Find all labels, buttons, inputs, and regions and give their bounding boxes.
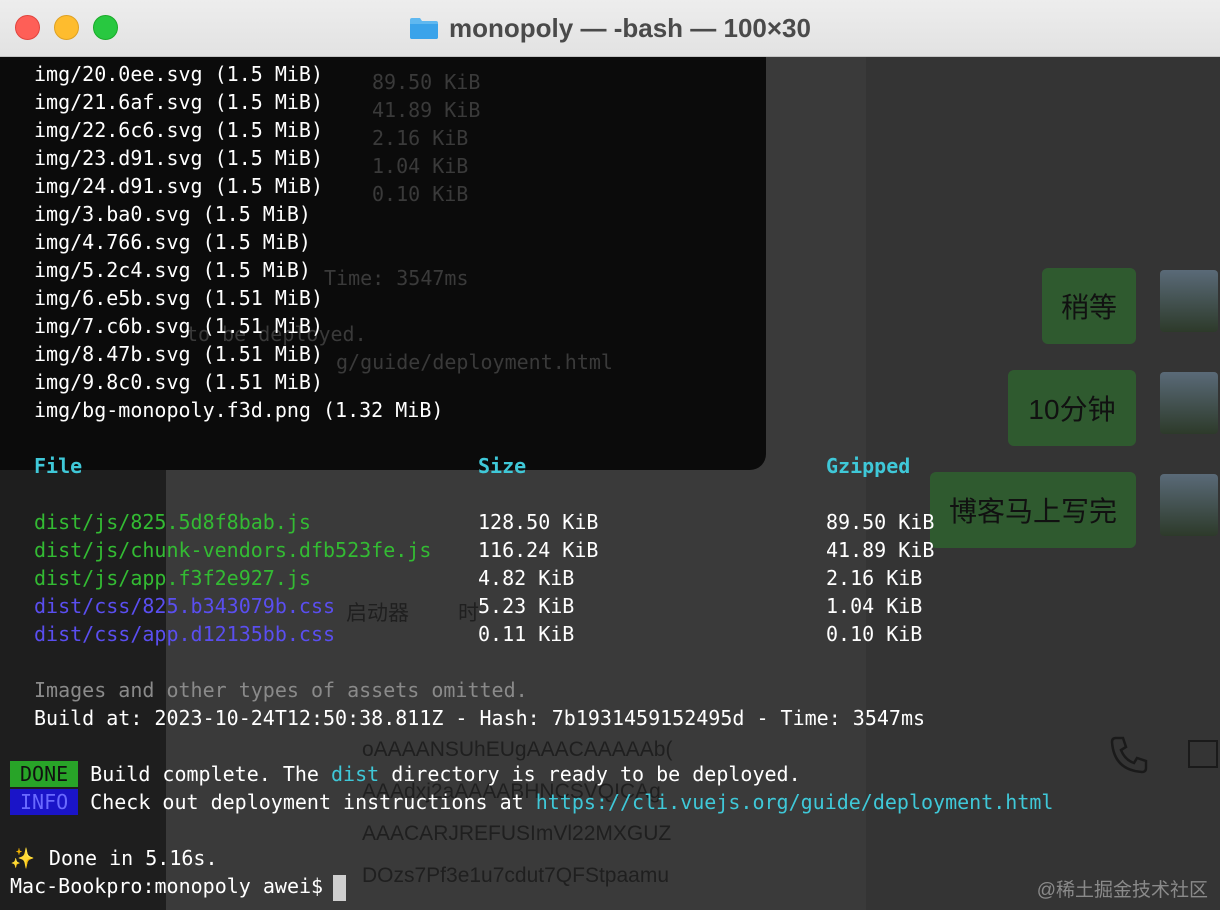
table-row: dist/css/825.b343079b.css 5.23 KiB 1.04 Ki…	[34, 592, 922, 620]
done-badge: DONE	[10, 761, 79, 787]
asset-line: img/22.6c6.svg (1.5 MiB)	[34, 118, 323, 142]
asset-line: img/23.d91.svg (1.5 MiB)	[34, 146, 323, 170]
row-gzipped: 0.10 KiB	[826, 622, 923, 646]
row-gzipped: 2.16 KiB	[826, 566, 923, 590]
title-bar[interactable]: monopoly — -bash — 100×30	[0, 0, 1220, 57]
row-size: 116.24 KiB	[478, 538, 599, 562]
table-header: File Size Gzipped	[34, 452, 910, 480]
asset-line: img/20.0ee.svg (1.5 MiB)	[34, 62, 323, 86]
row-file: dist/js/825.5d8f8bab.js	[34, 510, 311, 534]
asset-line: img/8.47b.svg (1.51 MiB)	[34, 342, 323, 366]
window-title-group: monopoly — -bash — 100×30	[409, 13, 811, 44]
prompt-line: Mac-Bookpro:monopoly awei$	[10, 872, 347, 901]
asset-line: img/bg-monopoly.f3d.png (1.32 MiB)	[34, 398, 444, 422]
row-file: dist/js/chunk-vendors.dfb523fe.js	[34, 538, 432, 562]
table-row: dist/css/app.d12135bb.css 0.11 KiB 0.10 Ki…	[34, 620, 922, 648]
window-title: monopoly — -bash — 100×30	[449, 12, 811, 43]
omitted-note: Images and other types of assets omitted…	[34, 678, 528, 702]
done-msg-suffix: directory is ready to be deployed.	[379, 762, 801, 786]
done-msg-prefix: Build complete. The	[90, 762, 331, 786]
table-row: dist/js/app.f3f2e927.js 4.82 KiB 2.16 KiB	[34, 564, 922, 592]
text-cursor	[333, 874, 347, 901]
row-size: 4.82 KiB	[478, 566, 575, 590]
asset-line: img/6.e5b.svg (1.51 MiB)	[34, 286, 323, 310]
header-file: File	[34, 454, 83, 478]
asset-line: img/21.6af.svg (1.5 MiB)	[34, 90, 323, 114]
folder-icon	[410, 18, 439, 39]
zoom-button[interactable]	[93, 15, 118, 40]
row-gzipped: 89.50 KiB	[826, 510, 935, 534]
row-file: dist/css/app.d12135bb.css	[34, 622, 336, 646]
row-size: 0.11 KiB	[478, 622, 575, 646]
info-badge: INFO	[10, 789, 79, 815]
deployment-link[interactable]: https://cli.vuejs.org/guide/deployment.h…	[536, 790, 1054, 814]
done-msg-dir: dist	[331, 762, 380, 786]
table-row: dist/js/825.5d8f8bab.js 128.50 KiB 89.50 K…	[34, 508, 934, 536]
close-button[interactable]	[15, 15, 40, 40]
header-gzipped: Gzipped	[826, 454, 911, 478]
terminal-output[interactable]: img/20.0ee.svg (1.5 MiB) img/21.6af.svg (…	[0, 56, 1220, 910]
asset-line: img/4.766.svg (1.5 MiB)	[34, 230, 311, 254]
asset-line: img/5.2c4.svg (1.5 MiB)	[34, 258, 311, 282]
done-line: DONE Build complete. The dist directory i…	[10, 760, 801, 788]
table-row: dist/js/chunk-vendors.dfb523fe.js 116.24 …	[34, 536, 934, 564]
traffic-lights	[15, 15, 118, 40]
terminal-window: monopoly — -bash — 100×30 89.50 KiB 41.8…	[0, 0, 1220, 910]
asset-line: img/9.8c0.svg (1.51 MiB)	[34, 370, 323, 394]
watermark: @稀土掘金技术社区	[1036, 880, 1208, 901]
row-file: dist/js/app.f3f2e927.js	[34, 566, 311, 590]
asset-line: img/3.ba0.svg (1.5 MiB)	[34, 202, 311, 226]
done-time-line: ✨ Done in 5.16s.	[10, 844, 217, 872]
info-line: INFO Check out deployment instructions at…	[10, 788, 1053, 816]
build-line: Build at: 2023-10-24T12:50:38.811Z - Has…	[34, 706, 926, 730]
info-badge-label: INFO	[20, 790, 69, 814]
row-size: 128.50 KiB	[478, 510, 599, 534]
asset-line: img/7.c6b.svg (1.51 MiB)	[34, 314, 323, 338]
row-file: dist/css/825.b343079b.css	[34, 594, 336, 618]
sparkle-icon: ✨	[10, 846, 35, 870]
info-msg-prefix: Check out deployment instructions at	[90, 790, 536, 814]
row-size: 5.23 KiB	[478, 594, 575, 618]
minimize-button[interactable]	[54, 15, 79, 40]
done-time: Done in 5.16s.	[48, 846, 218, 870]
asset-line: img/24.d91.svg (1.5 MiB)	[34, 174, 323, 198]
row-gzipped: 1.04 KiB	[826, 594, 923, 618]
header-size: Size	[478, 454, 527, 478]
row-gzipped: 41.89 KiB	[826, 538, 935, 562]
shell-prompt: Mac-Bookpro:monopoly awei$	[10, 874, 324, 898]
